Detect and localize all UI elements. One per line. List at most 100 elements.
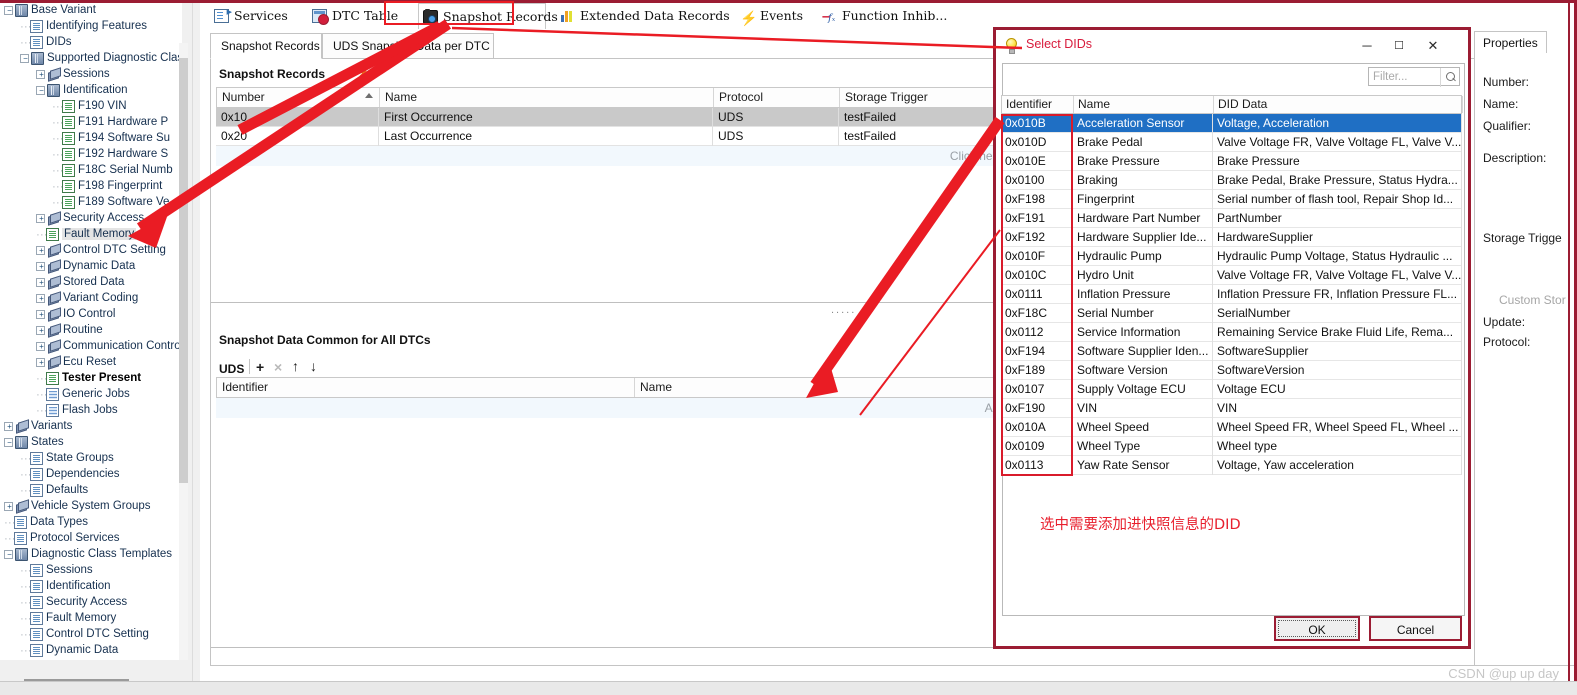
did-row[interactable]: 0x0107 Supply Voltage ECU Voltage ECU [1001, 380, 1462, 399]
did-row[interactable]: 0xF190 VIN VIN [1001, 399, 1462, 418]
tree-collapse-icon[interactable] [4, 6, 14, 16]
did-row[interactable]: 0x0112 Service Information Remaining Servi… [1001, 323, 1462, 342]
tab-properties[interactable]: Properties [1474, 31, 1547, 54]
tree-item[interactable]: ··· F191 Hardware P [0, 115, 168, 131]
tree-collapse-icon[interactable] [4, 550, 14, 560]
tree-item[interactable]: Ecu Reset [0, 355, 116, 371]
did-row[interactable]: 0xF18C Serial Number SerialNumber [1001, 304, 1462, 323]
did-row[interactable]: 0x010C Hydro Unit Valve Voltage FR, Valve … [1001, 266, 1462, 285]
tree-item[interactable]: Sessions [0, 67, 110, 83]
did-row[interactable]: 0x010D Brake Pedal Valve Voltage FR, Valve… [1001, 133, 1462, 152]
tree-collapse-icon[interactable] [20, 54, 30, 64]
dids-table[interactable]: Identifier Name DID Data 0x010B Acceleration… [1001, 95, 1463, 512]
search-icon[interactable] [1440, 68, 1459, 87]
main-splitter[interactable] [192, 3, 200, 695]
tree-item[interactable]: ··· Generic Jobs [0, 387, 130, 403]
tree-item[interactable]: Supported Diagnostic Clas [0, 51, 182, 67]
column-header-number[interactable]: Number [217, 88, 380, 107]
outer-tab-function-inhib[interactable]: Function Inhib... [818, 3, 948, 32]
did-row[interactable]: 0xF194 Software Supplier Iden... SoftwareS… [1001, 342, 1462, 361]
tree-item[interactable]: Control DTC Setting [0, 243, 166, 259]
tree-item[interactable]: ··· Identifying Features [0, 19, 147, 35]
tree-item[interactable]: ··· Control DTC Setting [0, 627, 149, 643]
tree-item[interactable]: States [0, 435, 64, 451]
tree-item[interactable]: ··· Defaults [0, 483, 88, 499]
did-row[interactable]: 0xF198 Fingerprint Serial number of flash … [1001, 190, 1462, 209]
tree-expand-icon[interactable] [36, 326, 46, 336]
tree-vertical-scroll-thumb[interactable] [179, 58, 188, 483]
tree-item[interactable]: Security Access [0, 211, 144, 227]
tree-item[interactable]: ··· F18C Serial Numb [0, 163, 173, 179]
outer-tab-strip[interactable]: Services DTC Table Snapshot Records Extende… [200, 0, 1577, 32]
tree-expand-icon[interactable] [36, 278, 46, 288]
tree-expand-icon[interactable] [36, 70, 46, 80]
tree-item[interactable]: ··· Fault Memory [0, 611, 116, 627]
tree-expand-icon[interactable] [36, 262, 46, 272]
dialog-title-bar[interactable]: Select DIDs ─ ☐ ✕ [996, 30, 1468, 62]
did-row[interactable]: 0xF189 Software Version SoftwareVersion [1001, 361, 1462, 380]
diagnostic-object-tree[interactable]: Base Variant ··· Identifying Features ··· DI… [0, 3, 182, 660]
tree-item[interactable]: Vehicle System Groups [0, 499, 151, 515]
tree-item[interactable]: Variant Coding [0, 291, 138, 307]
did-row[interactable]: 0x010E Brake Pressure Brake Pressure [1001, 152, 1462, 171]
did-row[interactable]: 0xF192 Hardware Supplier Ide... HardwareSu… [1001, 228, 1462, 247]
tree-item[interactable]: Identification [0, 83, 128, 99]
tree-item[interactable]: ··· F198 Fingerprint [0, 179, 162, 195]
tree-item[interactable]: Stored Data [0, 275, 124, 291]
tree-item[interactable]: ··· F190 VIN [0, 99, 127, 115]
tree-item[interactable]: IO Control [0, 307, 115, 323]
tree-item[interactable]: ··· Security Access [0, 595, 127, 611]
tree-item[interactable]: ··· Identification [0, 579, 111, 595]
tree-expand-icon[interactable] [4, 502, 14, 512]
dids-column-header-name[interactable]: Name [1074, 96, 1214, 113]
tree-expand-icon[interactable] [36, 214, 46, 224]
move-did-down-button[interactable]: ↓ [310, 359, 317, 373]
did-row[interactable]: 0x0100 Braking Brake Pedal, Brake Pressure… [1001, 171, 1462, 190]
tree-collapse-icon[interactable] [4, 438, 14, 448]
tree-item[interactable]: ···Stored Data [0, 659, 107, 660]
tree-expand-icon[interactable] [4, 422, 14, 432]
outer-tab-extended-data-records[interactable]: Extended Data Records [556, 3, 730, 29]
tree-item[interactable]: ··· F194 Software Su [0, 131, 170, 147]
outer-tab-events[interactable]: Events [736, 3, 808, 32]
tree-item[interactable]: ··· DIDs [0, 35, 72, 51]
move-did-up-button[interactable]: ↑ [292, 359, 299, 373]
tree-item[interactable]: ··· F189 Software Ve [0, 195, 169, 211]
tree-expand-icon[interactable] [36, 294, 46, 304]
remove-did-button[interactable]: × [274, 360, 282, 374]
column-header-protocol[interactable]: Protocol [714, 88, 840, 107]
did-row[interactable]: 0xF191 Hardware Part Number PartNumber [1001, 209, 1462, 228]
tree-item[interactable]: Dynamic Data [0, 259, 135, 275]
maximize-icon[interactable]: ☐ [1386, 35, 1412, 57]
tree-vertical-scrollbar[interactable] [179, 43, 188, 660]
did-row[interactable]: 0x010F Hydraulic Pump Hydraulic Pump Volta… [1001, 247, 1462, 266]
tree-item[interactable]: ··· Sessions [0, 563, 93, 579]
column-header-identifier[interactable]: Identifier [217, 378, 635, 397]
column-header-name[interactable]: Name [380, 88, 714, 107]
tree-item[interactable]: Routine [0, 323, 103, 339]
tree-expand-icon[interactable] [36, 310, 46, 320]
did-row[interactable]: 0x0113 Yaw Rate Sensor Voltage, Yaw accele… [1001, 456, 1462, 475]
ok-button[interactable]: OK [1274, 616, 1360, 641]
tree-item[interactable]: ··· Protocol Services [0, 531, 119, 547]
dids-column-header-identifier[interactable]: Identifier [1002, 96, 1074, 113]
minimize-icon[interactable]: ─ [1354, 35, 1380, 57]
tree-item[interactable]: Communication Contro [0, 339, 181, 355]
did-row[interactable]: 0x0111 Inflation Pressure Inflation Pressu… [1001, 285, 1462, 304]
add-snapshot-record-button[interactable]: + [341, 66, 349, 80]
tree-item[interactable]: Variants [0, 419, 72, 435]
tree-item[interactable]: ··· Flash Jobs [0, 403, 118, 419]
did-row[interactable]: 0x0109 Wheel Type Wheel type [1001, 437, 1462, 456]
panel-splitter-handle[interactable]: ..... [831, 304, 856, 316]
outer-tab-dtc-table[interactable]: DTC Table [308, 3, 408, 29]
tree-item[interactable]: ··· Dependencies [0, 467, 120, 483]
tree-item[interactable]: ··· F192 Hardware S [0, 147, 168, 163]
tree-item[interactable]: Diagnostic Class Templates [0, 547, 172, 563]
outer-tab-snapshot-records[interactable]: Snapshot Records [418, 3, 558, 29]
did-row[interactable]: 0x010B Acceleration Sensor Voltage, Accele… [1001, 114, 1462, 133]
delete-snapshot-record-button[interactable]: × [359, 66, 367, 80]
tree-item[interactable]: ··· Fault Memory [0, 227, 137, 243]
tree-item[interactable]: ··· Data Types [0, 515, 88, 531]
filter-input[interactable]: Filter... [1368, 67, 1460, 87]
dids-column-header-did-data[interactable]: DID Data [1214, 96, 1463, 113]
